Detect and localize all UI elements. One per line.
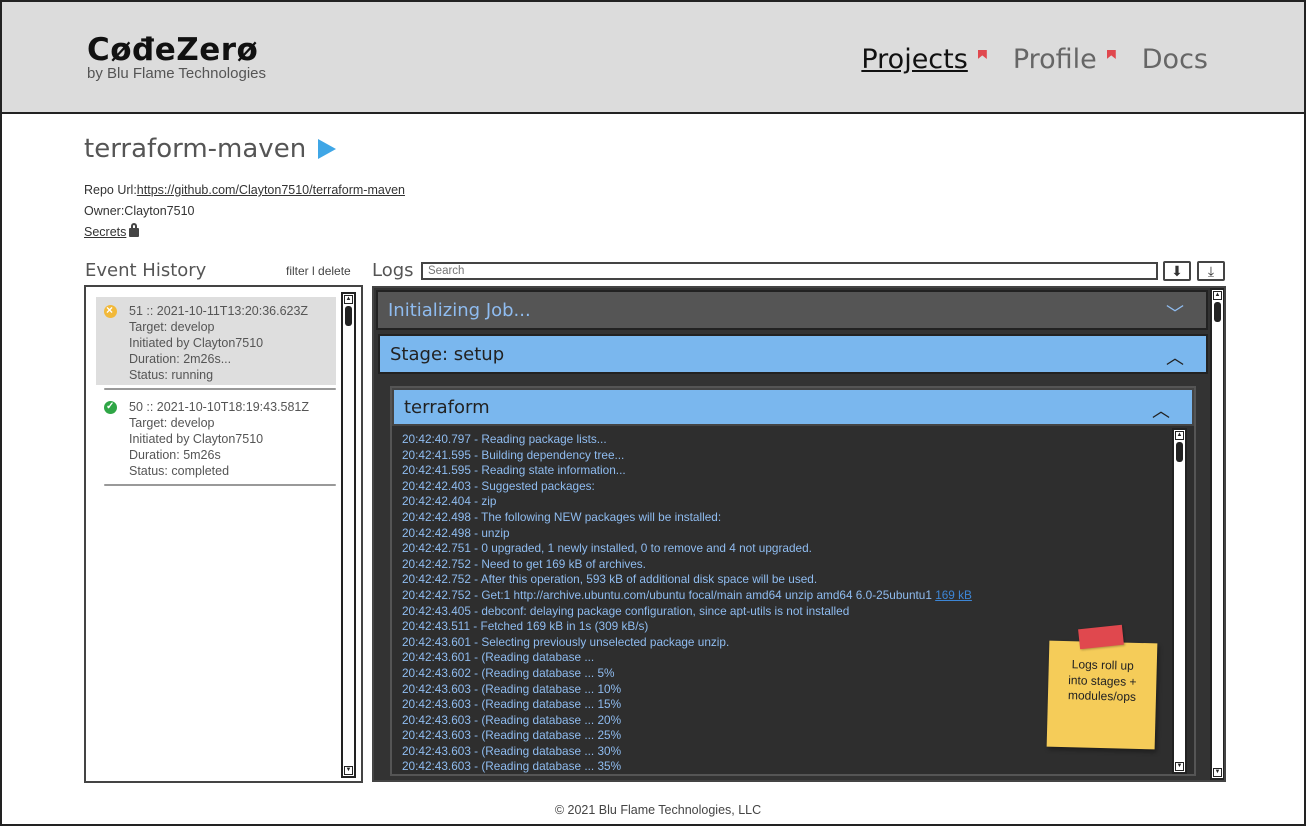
scroll-up-icon[interactable]: ▲ [1175,431,1184,440]
logs-scrollbar[interactable]: ▲ ▼ [1210,288,1224,780]
scroll-down-icon[interactable]: ▼ [1213,768,1222,777]
event-item[interactable]: 50 :: 2021-10-10T18:19:43.581Z Target: d… [96,399,336,483]
log-line: 20:42:43.511 - Fetched 169 kB in 1s (309… [402,619,649,634]
log-line: 20:42:42.751 - 0 upgraded, 1 newly insta… [402,541,812,556]
nav-docs[interactable]: Docs [1142,44,1208,75]
project-title: terraform-maven [84,134,337,164]
log-line: 20:42:43.601 - Selecting previously unse… [402,634,730,649]
event-history-scrollbar[interactable]: ▲ ▼ [341,292,356,778]
event-duration: Duration: 2m26s... [129,352,232,366]
log-line: 20:42:43.405 - debconf: delaying package… [402,603,850,618]
log-line: 20:42:42.404 - zip [402,494,497,509]
scroll-thumb[interactable] [345,306,352,326]
stage-setup-bar[interactable]: Stage: setup ︿ [378,334,1208,374]
chevron-up-icon[interactable]: ︿ [1152,397,1170,423]
event-history-panel: 51 :: 2021-10-11T13:20:36.623Z Target: d… [84,285,363,783]
scroll-thumb[interactable] [1214,302,1221,322]
event-separator [104,484,336,486]
event-history-actions: filter l delete [286,264,351,278]
export-tray-icon: ⤓ [1207,263,1215,279]
filter-link[interactable]: filter [286,264,309,278]
repo-url-label: Repo Url: [84,183,137,197]
log-line: 20:42:40.797 - Reading package lists... [402,432,607,446]
bookmark-icon [1106,50,1116,59]
initializing-job-label: Initializing Job... [388,300,531,321]
event-separator [104,388,336,390]
logo[interactable]: CøđeZerø by Blu Flame Technologies [87,32,266,82]
action-separator: l [312,264,315,278]
log-line: 20:42:42.403 - Suggested packages: [402,478,595,493]
event-header: 50 :: 2021-10-10T18:19:43.581Z [129,400,309,414]
completed-icon [104,399,117,415]
event-item[interactable]: 51 :: 2021-10-11T13:20:36.623Z Target: d… [96,297,336,385]
event-target: Target: develop [129,416,215,430]
module-log-scrollbar[interactable]: ▲ ▼ [1172,428,1187,774]
event-header: 51 :: 2021-10-11T13:20:36.623Z [129,304,309,318]
event-duration: Duration: 5m26s [129,448,221,462]
top-nav: Projects Profile Docs [861,44,1208,75]
log-line-with-link: 20:42:42.752 - Get:1 http://archive.ubun… [402,588,1162,604]
chevron-up-icon[interactable]: ︿ [1166,344,1184,370]
log-line: 20:42:42.752 - Need to get 169 kB of arc… [402,556,646,571]
repo-url-line: Repo Url:https://github.com/Clayton7510/… [84,183,405,197]
nav-projects[interactable]: Projects [861,44,967,75]
logs-title: Logs [372,260,414,281]
log-line: 20:42:42.498 - unzip [402,525,510,540]
log-line: 20:42:43.603 - (Reading database ... 35% [402,759,622,774]
project-name: terraform-maven [84,134,307,164]
footer-copyright: © 2021 Blu Flame Technologies, LLC [554,803,762,817]
scroll-down-icon[interactable]: ▼ [344,766,353,775]
log-link[interactable]: 169 kB [935,588,972,602]
module-label: terraform [404,397,490,418]
repo-url-link[interactable]: https://github.com/Clayton7510/terraform… [137,183,405,197]
log-line: 20:42:42.752 - Get:1 http://archive.ubun… [402,587,932,602]
logo-main-text: CøđeZerø [87,32,259,68]
bookmark-icon [977,50,987,59]
download-arrow-icon: ⬇ [1171,263,1183,279]
play-icon[interactable] [318,139,337,159]
download-button[interactable]: ⬇ [1163,261,1191,281]
event-initiated: Initiated by Clayton7510 [129,336,264,350]
chevron-down-icon[interactable]: ﹀ [1166,300,1184,326]
event-status: Status: completed [129,464,230,478]
scroll-up-icon[interactable]: ▲ [344,295,353,304]
delete-link[interactable]: delete [318,264,351,278]
event-history-title: Event History [85,260,207,281]
log-line: 20:42:42.752 - After this operation, 593… [402,572,818,587]
owner-value: Clayton7510 [124,204,195,218]
scroll-down-icon[interactable]: ▼ [1175,762,1184,771]
scroll-up-icon[interactable]: ▲ [1213,291,1222,300]
logo-sub-text: by Blu Flame Technologies [87,65,266,82]
event-status: Status: running [129,368,214,382]
export-button[interactable]: ⤓ [1197,261,1225,281]
nav-profile[interactable]: Profile [1013,44,1097,75]
stage-label: Stage: setup [390,344,505,365]
sticky-note-line: modules/ops [1067,688,1137,704]
event-initiated: Initiated by Clayton7510 [129,432,264,446]
owner-label: Owner: [84,204,125,218]
event-target: Target: develop [129,320,215,334]
module-bar[interactable]: terraform ︿ [392,388,1194,426]
header-bar: CøđeZerø by Blu Flame Technologies Proje… [0,0,1306,114]
running-icon [104,302,117,318]
log-line: 20:42:41.595 - Building dependency tree.… [402,447,625,462]
log-line: 20:42:41.595 - Reading state information… [402,463,626,478]
sticky-note: Logs roll up into stages + modules/ops [1046,640,1158,750]
secrets-link[interactable]: Secrets [84,225,126,239]
log-line: 20:42:42.498 - The following NEW package… [402,509,722,524]
secrets-line: Secrets [84,223,140,239]
owner-line: Owner:Clayton7510 [84,204,195,218]
log-search-input[interactable] [421,262,1158,280]
lock-icon [129,223,140,237]
scroll-thumb[interactable] [1176,442,1183,462]
initializing-job-bar[interactable]: Initializing Job... ﹀ [376,290,1208,330]
